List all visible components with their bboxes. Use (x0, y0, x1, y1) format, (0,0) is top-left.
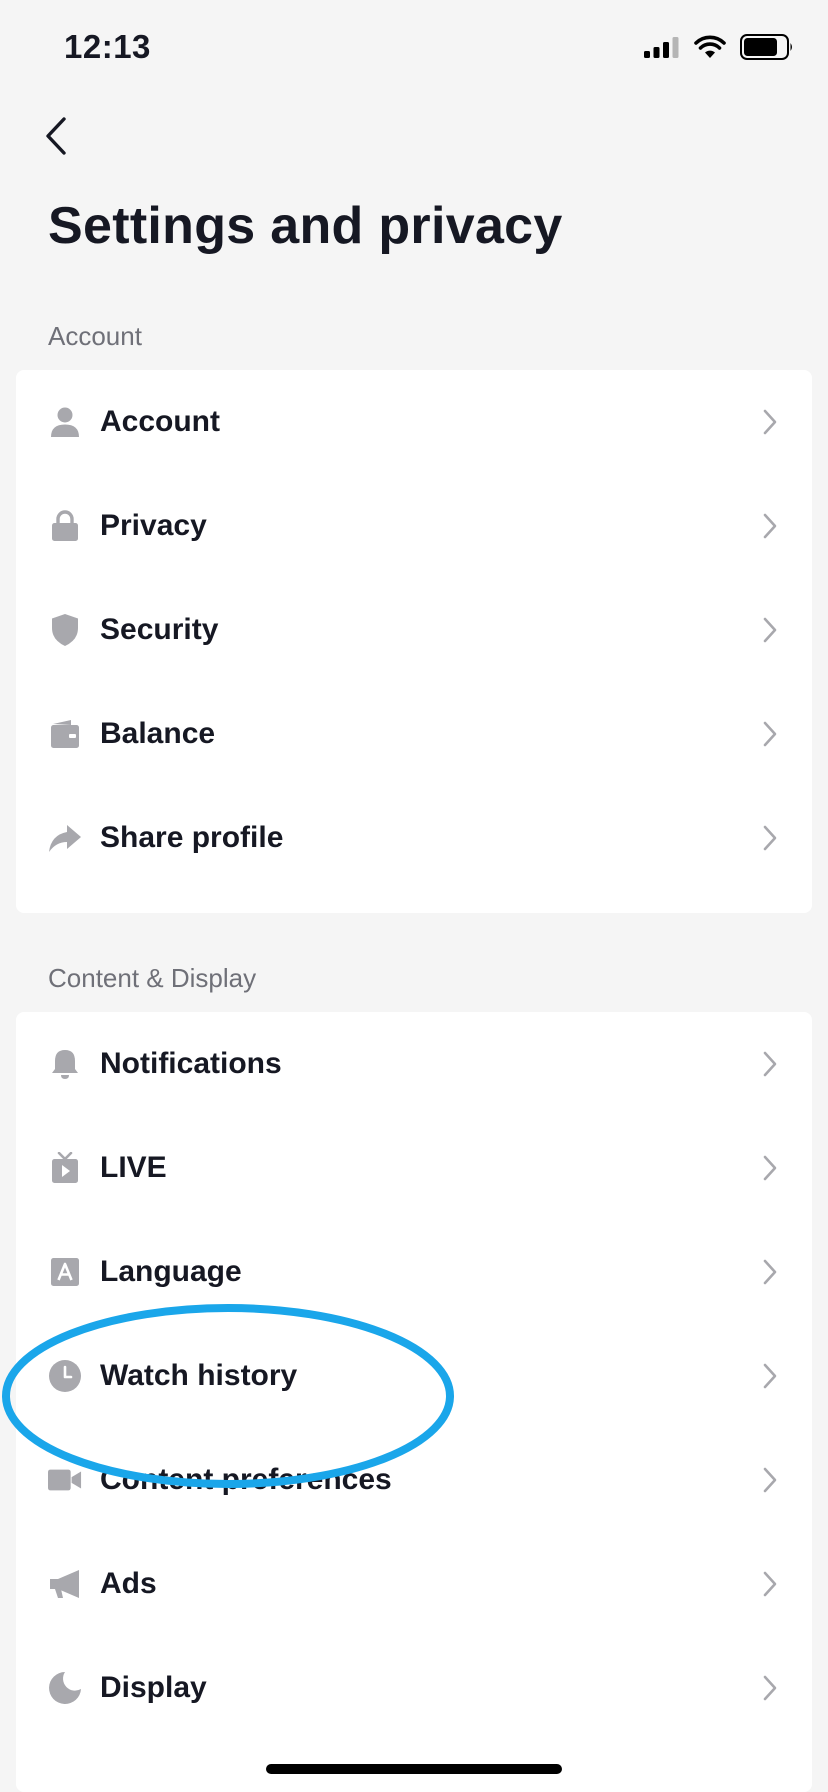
settings-item-label: Display (100, 1671, 207, 1704)
settings-item-notifications[interactable]: Notifications (16, 1012, 812, 1116)
settings-item-label: Account (100, 405, 220, 438)
section-label-account: Account (48, 321, 142, 351)
battery-icon (740, 34, 794, 65)
status-bar: 12:13 (0, 0, 828, 100)
chevron-right-icon (760, 512, 780, 540)
account-card: Account Privacy Security Balance Share p… (16, 370, 812, 913)
settings-item-label: Ads (100, 1567, 157, 1600)
settings-item-watch-history[interactable]: Watch history (16, 1324, 812, 1428)
chevron-left-icon (42, 116, 70, 161)
bell-icon (48, 1047, 82, 1081)
chevron-right-icon (760, 616, 780, 644)
chevron-right-icon (760, 408, 780, 436)
video-camera-icon (48, 1463, 82, 1497)
settings-item-label: Notifications (100, 1047, 282, 1080)
chevron-right-icon (760, 1362, 780, 1390)
settings-item-security[interactable]: Security (16, 578, 812, 682)
settings-item-label: Content preferences (100, 1463, 392, 1496)
tv-icon (48, 1151, 82, 1185)
settings-item-privacy[interactable]: Privacy (16, 474, 812, 578)
wallet-icon (48, 717, 82, 751)
settings-item-label: Privacy (100, 509, 207, 542)
share-icon (48, 821, 82, 855)
chevron-right-icon (760, 1258, 780, 1286)
settings-item-display[interactable]: Display (16, 1636, 812, 1740)
language-icon (48, 1255, 82, 1289)
content-display-card: Notifications LIVE Language Watch histor… (16, 1012, 812, 1792)
chevron-right-icon (760, 1050, 780, 1078)
settings-item-ads[interactable]: Ads (16, 1532, 812, 1636)
page-title: Settings and privacy (48, 197, 563, 255)
signal-icon (644, 36, 680, 63)
section-label-content-display: Content & Display (48, 963, 257, 993)
clock-icon (48, 1359, 82, 1393)
wifi-icon (694, 35, 726, 64)
shield-icon (48, 613, 82, 647)
home-indicator (266, 1764, 562, 1774)
settings-item-share-profile[interactable]: Share profile (16, 786, 812, 890)
lock-icon (48, 509, 82, 543)
chevron-right-icon (760, 1674, 780, 1702)
megaphone-icon (48, 1567, 82, 1601)
chevron-right-icon (760, 824, 780, 852)
settings-item-label: Balance (100, 717, 216, 750)
settings-item-label: LIVE (100, 1151, 167, 1184)
moon-icon (48, 1671, 82, 1705)
back-button[interactable] (28, 110, 84, 166)
status-time: 12:13 (64, 28, 151, 65)
settings-item-account[interactable]: Account (16, 370, 812, 474)
chevron-right-icon (760, 1570, 780, 1598)
settings-item-live[interactable]: LIVE (16, 1116, 812, 1220)
settings-item-language[interactable]: Language (16, 1220, 812, 1324)
settings-item-content-preferences[interactable]: Content preferences (16, 1428, 812, 1532)
settings-item-label: Language (100, 1255, 242, 1288)
settings-item-label: Share profile (100, 821, 284, 854)
settings-item-balance[interactable]: Balance (16, 682, 812, 786)
person-icon (48, 405, 82, 439)
status-icons (644, 34, 794, 65)
settings-item-label: Security (100, 613, 219, 646)
chevron-right-icon (760, 1154, 780, 1182)
chevron-right-icon (760, 1466, 780, 1494)
chevron-right-icon (760, 720, 780, 748)
settings-item-label: Watch history (100, 1359, 298, 1392)
